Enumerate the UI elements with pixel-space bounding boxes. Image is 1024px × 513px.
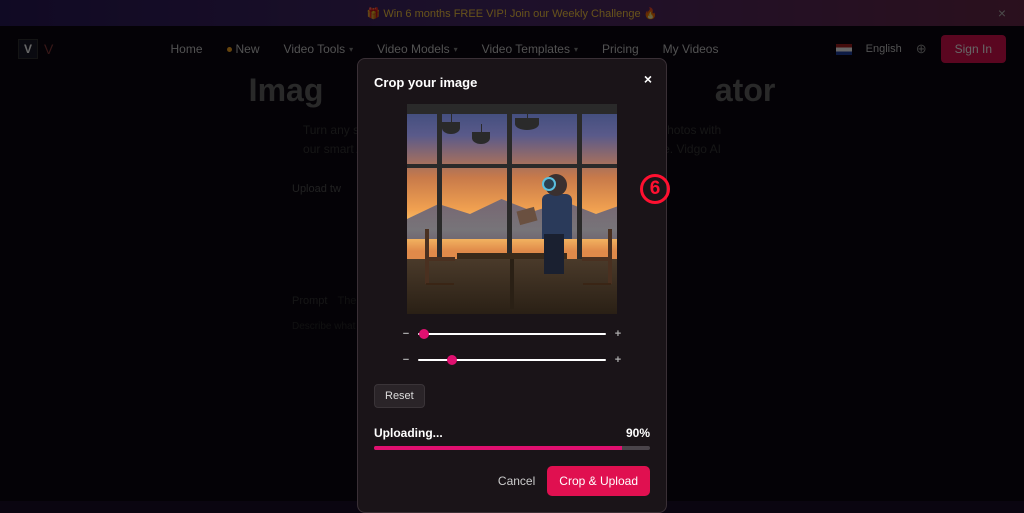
crop-modal: Crop your image × − [357,58,667,513]
upload-status-row: Uploading... 90% [374,426,650,440]
annotation-marker-6: 6 [640,174,670,204]
zoom-slider[interactable]: − + [402,328,622,340]
modal-title: Crop your image [374,75,650,90]
progress-bar [374,446,650,450]
rotate-slider[interactable]: − + [402,354,622,366]
progress-fill [374,446,622,450]
image-person [526,174,572,274]
reset-button[interactable]: Reset [374,384,425,408]
progress-percent: 90% [626,426,650,440]
slider-group: − + − + [374,328,650,366]
close-icon[interactable]: × [644,71,652,87]
slider-thumb[interactable] [419,329,429,339]
modal-overlay: Crop your image × − [0,0,1024,501]
plus-icon[interactable]: + [614,354,622,366]
image-chair [582,229,612,284]
uploading-label: Uploading... [374,426,443,440]
crop-upload-button[interactable]: Crop & Upload [547,466,650,496]
crop-image-preview[interactable] [407,104,617,314]
slider-thumb[interactable] [447,355,457,365]
plus-icon[interactable]: + [614,328,622,340]
cancel-button[interactable]: Cancel [498,474,535,488]
slider-track[interactable] [418,359,606,361]
image-chair [425,229,455,284]
minus-icon[interactable]: − [402,328,410,340]
slider-track[interactable] [418,333,606,335]
image-lamps [407,112,617,152]
modal-actions: Cancel Crop & Upload [374,466,650,496]
minus-icon[interactable]: − [402,354,410,366]
